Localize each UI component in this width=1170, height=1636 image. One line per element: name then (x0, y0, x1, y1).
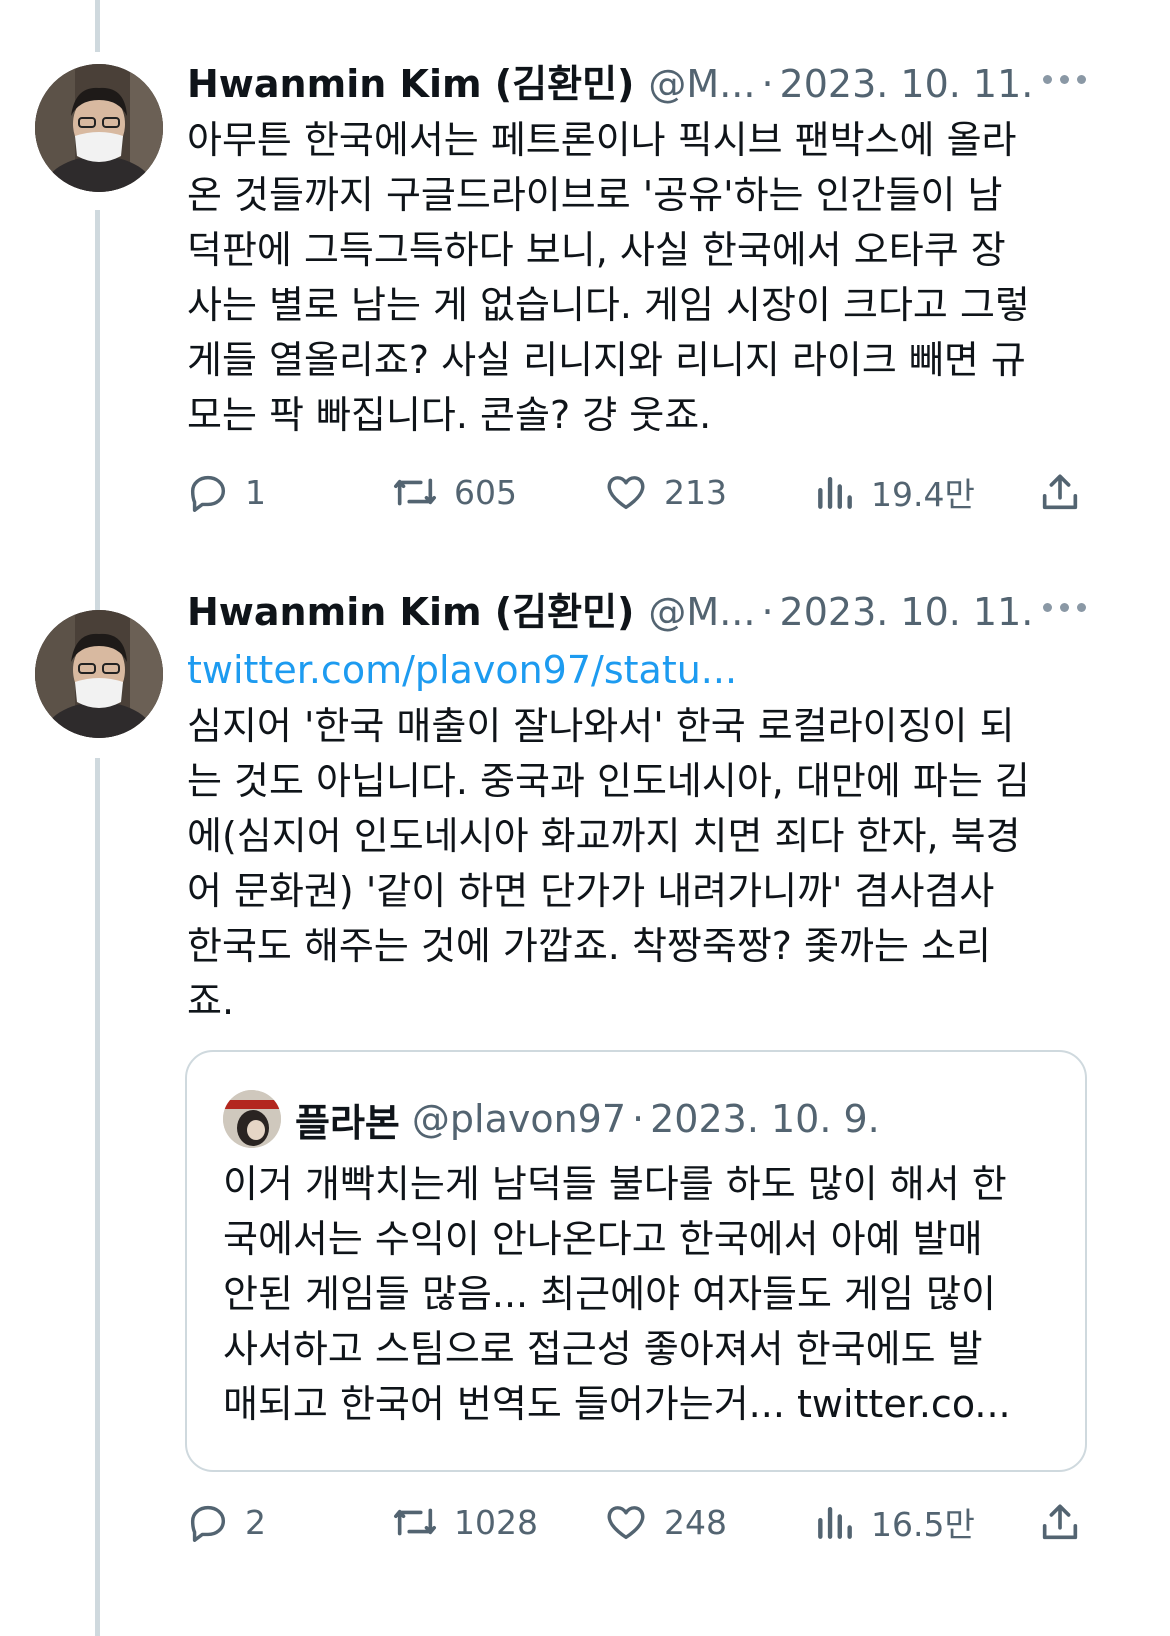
share-button[interactable] (1037, 1492, 1083, 1552)
tweet-text-line: 어 문화권) '같이 하면 단가가 내려가니까' 겸사겸사 (187, 869, 995, 913)
views-chart-icon (818, 476, 852, 509)
reply-button[interactable]: 2 (185, 1492, 266, 1552)
quoted-text-fragment: 매되고 한국어 번역도 들어가는거... (223, 1382, 797, 1426)
tweet-text-line: 온 것들까지 구글드라이브로 '공유'하는 인간들이 남 (187, 173, 1003, 217)
retweet-count: 605 (454, 472, 517, 512)
thread-connector-line (95, 210, 100, 610)
author-handle[interactable]: @M... (648, 583, 755, 641)
reply-icon (190, 475, 226, 512)
view-count: 19.4만 (871, 475, 975, 514)
tweet-text: 아무튼 한국에서는 페트론이나 픽시브 팬박스에 올라 온 것들까지 구글드라이… (187, 113, 1092, 443)
tweet-date[interactable]: 2023. 10. 11. (780, 583, 1034, 641)
tweet-text-line: 아무튼 한국에서는 페트론이나 픽시브 팬박스에 올라 (187, 118, 1017, 162)
author-name[interactable]: Hwanmin Kim (김환민) (187, 55, 634, 113)
retweet-button[interactable]: 605 (390, 462, 517, 522)
tweet-text-line: 에(심지어 인도네시아 화교까지 치면 죄다 한자, 북경 (187, 814, 1021, 858)
quoted-tweet-card[interactable]: 플라본 @plavon97 · 2023. 10. 9. 이거 개빡치는게 남덕… (185, 1050, 1087, 1472)
more-icon[interactable] (1043, 603, 1086, 612)
view-count: 16.5만 (871, 1505, 975, 1544)
quoted-tweet-header: 플라본 @plavon97 · 2023. 10. 9. (223, 1090, 880, 1148)
more-icon[interactable] (1043, 75, 1086, 84)
separator-dot: · (761, 62, 774, 106)
quoted-author-name[interactable]: 플라본 (295, 1092, 400, 1147)
like-count: 213 (664, 472, 727, 512)
separator-dot: · (761, 590, 774, 634)
retweet-button[interactable]: 1028 (390, 1492, 538, 1552)
views-button[interactable]: 16.5만 (813, 1492, 975, 1552)
reply-button[interactable]: 1 (185, 462, 266, 522)
heart-icon (607, 1506, 645, 1540)
tweet-text-line: 한국도 해주는 것에 가깝죠. 착짱죽짱? 좇까는 소리 (187, 924, 991, 968)
views-chart-icon (818, 1506, 852, 1539)
tweet-text-line: 덕판에 그득그득하다 보니, 사실 한국에서 오타쿠 장 (187, 228, 1006, 272)
reply-count: 1 (245, 472, 266, 512)
quoted-tweet-link[interactable]: twitter.com/plavon97/statu... (187, 641, 1092, 699)
like-button[interactable]: 213 (602, 462, 727, 522)
retweet-icon (394, 478, 436, 506)
tweet-text-line: 심지어 '한국 매출이 잘나와서' 한국 로컬라이징이 되 (187, 704, 1015, 748)
views-button[interactable]: 19.4만 (813, 462, 975, 522)
tweet-header: Hwanmin Kim (김환민) @M... · 2023. 10. 11. (187, 583, 1092, 641)
author-name[interactable]: Hwanmin Kim (김환민) (187, 583, 634, 641)
avatar[interactable] (35, 64, 163, 192)
quoted-inline-link[interactable]: twitter.co... (797, 1382, 1011, 1426)
like-button[interactable]: 248 (602, 1492, 727, 1552)
reply-count: 2 (245, 1502, 266, 1542)
share-icon (1042, 474, 1078, 510)
quoted-avatar-image (223, 1090, 281, 1148)
tweet-actions: 1 605 213 19.4만 (185, 462, 1085, 522)
tweet-text-line: 죠. (187, 979, 235, 1023)
quoted-author-handle[interactable]: @plavon97 (412, 1097, 626, 1141)
retweet-count: 1028 (454, 1502, 538, 1542)
thread-connector-line (95, 0, 100, 52)
tweet-text-line: 모는 팍 빠집니다. 콘솔? 걍 웃죠. (187, 393, 712, 437)
quoted-tweet-text: 이거 개빡치는게 남덕들 불다를 하도 많이 해서 한 국에서는 수익이 안나온… (223, 1157, 1063, 1432)
share-button[interactable] (1037, 462, 1083, 522)
tweet-date[interactable]: 2023. 10. 11. (780, 55, 1034, 113)
separator-dot: · (632, 1097, 645, 1141)
quoted-tweet-date[interactable]: 2023. 10. 9. (650, 1097, 880, 1141)
reply-icon (190, 1505, 226, 1542)
tweet-text-line: 사는 별로 남는 게 없습니다. 게임 시장이 크다고 그렇 (187, 283, 1030, 327)
tweet-text-line: 는 것도 아닙니다. 중국과 인도네시아, 대만에 파는 김 (187, 759, 1030, 803)
quoted-text-line: 매되고 한국어 번역도 들어가는거... twitter.co... (223, 1377, 1063, 1432)
tweet-header: Hwanmin Kim (김환민) @M... · 2023. 10. 11. (187, 55, 1092, 113)
like-count: 248 (664, 1502, 727, 1542)
quoted-text-line: 사서하고 스팀으로 접근성 좋아져서 한국에도 발 (223, 1327, 983, 1371)
quoted-text-line: 안된 게임들 많음... 최근에야 여자들도 게임 많이 (223, 1272, 996, 1316)
author-handle[interactable]: @M... (648, 55, 755, 113)
avatar[interactable] (35, 610, 163, 738)
heart-icon (607, 476, 645, 510)
quoted-text-line: 이거 개빡치는게 남덕들 불다를 하도 많이 해서 한 (223, 1162, 1007, 1206)
thread-connector-line (95, 758, 100, 1636)
share-icon (1042, 1504, 1078, 1540)
avatar-image (35, 64, 163, 192)
retweet-icon (394, 1508, 436, 1536)
tweet-text-line: 게들 열올리죠? 사실 리니지와 리니지 라이크 빼면 규 (187, 338, 1026, 382)
tweet-actions: 2 1028 248 16.5만 (185, 1492, 1085, 1552)
quoted-text-line: 국에서는 수익이 안나온다고 한국에서 아예 발매 (223, 1217, 983, 1261)
quoted-avatar[interactable] (223, 1090, 281, 1148)
tweet-text: 심지어 '한국 매출이 잘나와서' 한국 로컬라이징이 되 는 것도 아닙니다.… (187, 699, 1092, 1029)
avatar-image (35, 610, 163, 738)
